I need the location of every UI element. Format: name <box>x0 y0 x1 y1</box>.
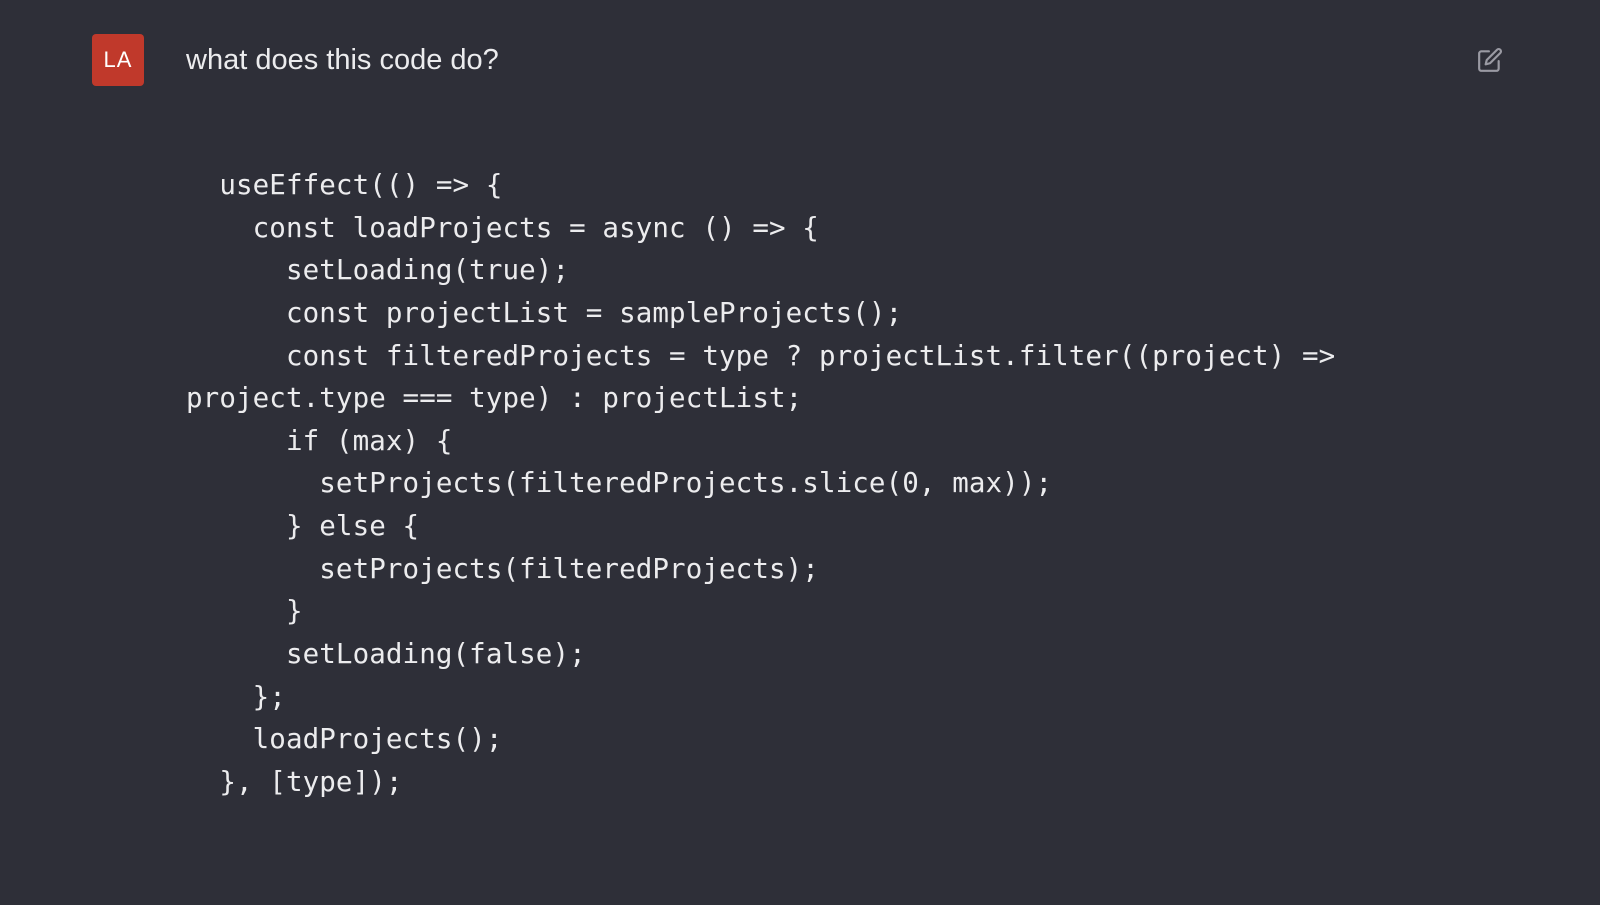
edit-icon <box>1477 47 1503 73</box>
avatar: LA <box>92 34 144 86</box>
message-header: LA what does this code do? <box>92 34 1508 86</box>
edit-button[interactable] <box>1472 42 1508 78</box>
avatar-initials: LA <box>104 47 133 73</box>
user-question: what does this code do? <box>186 44 499 77</box>
chat-message: LA what does this code do? useEffect(() … <box>0 0 1600 803</box>
header-left: LA what does this code do? <box>92 34 499 86</box>
code-block: useEffect(() => { const loadProjects = a… <box>92 164 1508 803</box>
